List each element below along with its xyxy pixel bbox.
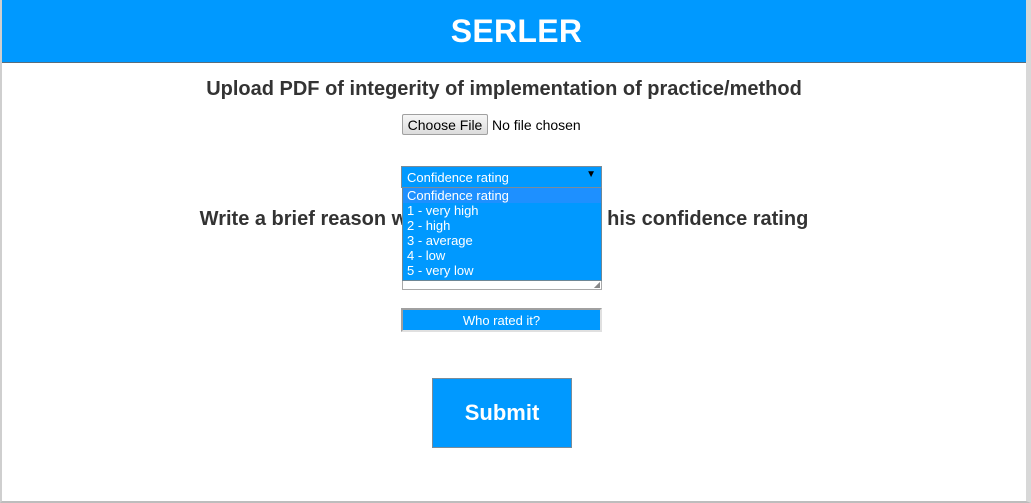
file-status-text: No file chosen [492,116,581,133]
dropdown-option[interactable]: 5 - very low [403,263,601,278]
confidence-dropdown-list[interactable]: Confidence rating 1 - very high 2 - high… [402,188,602,281]
app-header: SERLER [2,0,1026,63]
choose-file-button[interactable]: Choose File [402,114,488,135]
dropdown-option[interactable]: 4 - low [403,248,601,263]
dropdown-option[interactable]: 1 - very high [403,203,601,218]
confidence-select[interactable]: Confidence rating ▼ [401,166,602,188]
reason-heading-right: his confidence rating [607,208,809,230]
upload-heading: Upload PDF of integerity of implementati… [206,78,802,100]
resize-grip-icon[interactable]: ◢ [594,281,600,289]
dropdown-option[interactable]: 3 - average [403,233,601,248]
confidence-selected-value: Confidence rating [407,169,509,185]
reason-textarea[interactable]: ◢ [402,280,602,290]
reason-heading-left: Write a brief reason w [199,208,408,230]
dropdown-option[interactable]: Confidence rating [403,188,601,203]
submit-button[interactable]: Submit [432,378,572,448]
app-title: SERLER [450,12,583,49]
dropdown-option[interactable]: 2 - high [403,218,601,233]
who-rated-input[interactable] [401,308,602,332]
file-upload-row: Choose File No file chosen [402,114,581,135]
triangle-down-icon: ▼ [586,169,596,180]
